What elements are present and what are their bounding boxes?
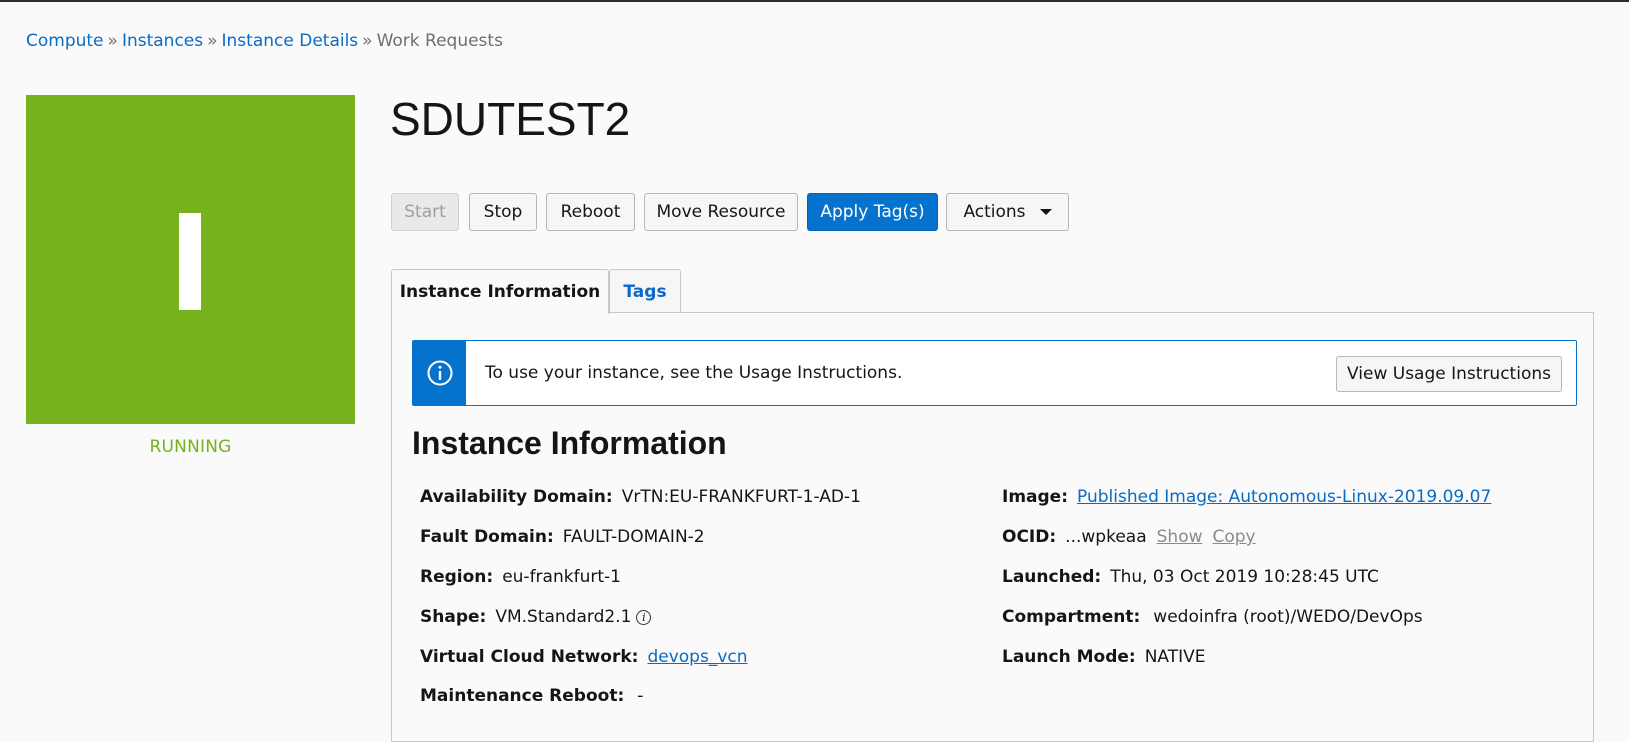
start-button[interactable]: Start — [391, 193, 459, 231]
view-usage-instructions-button[interactable]: View Usage Instructions — [1336, 356, 1562, 392]
breadcrumb-separator: » — [107, 31, 118, 51]
maintenance-reboot-field: Maintenance Reboot: - — [420, 686, 643, 706]
launched-label: Launched: — [1002, 567, 1102, 587]
launch-mode-field: Launch Mode: NATIVE — [1002, 647, 1206, 667]
launched-value: Thu, 03 Oct 2019 10:28:45 UTC — [1110, 567, 1379, 587]
apply-tags-button[interactable]: Apply Tag(s) — [807, 193, 938, 231]
maintenance-reboot-value: - — [637, 686, 644, 706]
launch-mode-label: Launch Mode: — [1002, 647, 1136, 667]
shape-label: Shape: — [420, 607, 487, 627]
ocid-field: OCID: ...wpkeaa Show Copy — [1002, 527, 1256, 547]
image-field: Image: Published Image: Autonomous-Linux… — [1002, 487, 1491, 507]
breadcrumb-separator: » — [207, 31, 218, 51]
chevron-down-icon — [1039, 209, 1052, 215]
breadcrumb: Compute» Instances» Instance Details» Work … — [26, 31, 503, 51]
info-icon[interactable]: i — [636, 609, 652, 625]
fault-domain-label: Fault Domain: — [420, 527, 554, 547]
ocid-label: OCID: — [1002, 527, 1057, 547]
instance-information-panel: To use your instance, see the Usage Inst… — [391, 312, 1594, 742]
breadcrumb-current: Work Requests — [376, 31, 503, 51]
compartment-field: Compartment: wedoinfra (root)/WEDO/DevOp… — [1002, 607, 1423, 627]
region-value: eu-frankfurt-1 — [502, 567, 621, 587]
move-resource-button[interactable]: Move Resource — [644, 193, 798, 231]
tab-tags[interactable]: Tags — [609, 269, 681, 313]
launched-field: Launched: Thu, 03 Oct 2019 10:28:45 UTC — [1002, 567, 1379, 587]
info-icon — [427, 360, 452, 386]
breadcrumb-separator: » — [362, 31, 373, 51]
image-label: Image: — [1002, 487, 1069, 507]
breadcrumb-instance-details[interactable]: Instance Details — [222, 31, 359, 51]
usage-notice: To use your instance, see the Usage Inst… — [412, 340, 1577, 406]
shape-field: Shape: VM.Standard2.1 i — [420, 607, 652, 627]
instance-letter-icon — [179, 213, 201, 310]
ocid-copy-link[interactable]: Copy — [1213, 527, 1256, 547]
vcn-label: Virtual Cloud Network: — [420, 647, 639, 667]
page-title: SDUTEST2 — [390, 93, 631, 145]
availability-domain-label: Availability Domain: — [420, 487, 613, 507]
reboot-button[interactable]: Reboot — [546, 193, 635, 231]
ocid-show-link[interactable]: Show — [1157, 527, 1203, 547]
breadcrumb-instances[interactable]: Instances — [122, 31, 203, 51]
image-link[interactable]: Published Image: Autonomous-Linux-2019.0… — [1077, 487, 1491, 507]
status-label: RUNNING — [149, 437, 232, 457]
tab-instance-information[interactable]: Instance Information — [391, 269, 609, 314]
notice-text: To use your instance, see the Usage Inst… — [485, 363, 903, 383]
vcn-link[interactable]: devops_vcn — [647, 647, 747, 667]
fault-domain-value: FAULT-DOMAIN-2 — [562, 527, 705, 547]
launch-mode-value: NATIVE — [1144, 647, 1206, 667]
instance-status-tile — [26, 95, 355, 424]
compartment-label: Compartment: — [1002, 607, 1141, 627]
region-label: Region: — [420, 567, 494, 587]
breadcrumb-compute[interactable]: Compute — [26, 31, 104, 51]
actions-dropdown[interactable]: Actions — [946, 193, 1069, 231]
stop-button[interactable]: Stop — [469, 193, 537, 231]
vcn-field: Virtual Cloud Network: devops_vcn — [420, 647, 748, 667]
top-border — [0, 0, 1629, 2]
section-title: Instance Information — [412, 425, 727, 461]
region-field: Region: eu-frankfurt-1 — [420, 567, 621, 587]
availability-domain-value: VrTN:EU-FRANKFURT-1-AD-1 — [621, 487, 861, 507]
maintenance-reboot-label: Maintenance Reboot: — [420, 686, 625, 706]
notice-icon-box — [413, 341, 466, 405]
availability-domain-field: Availability Domain: VrTN:EU-FRANKFURT-1… — [420, 487, 861, 507]
actions-label: Actions — [963, 202, 1026, 222]
ocid-value: ...wpkeaa — [1065, 527, 1147, 547]
fault-domain-field: Fault Domain: FAULT-DOMAIN-2 — [420, 527, 705, 547]
shape-value: VM.Standard2.1 — [495, 607, 632, 627]
compartment-value: wedoinfra (root)/WEDO/DevOps — [1153, 607, 1423, 627]
